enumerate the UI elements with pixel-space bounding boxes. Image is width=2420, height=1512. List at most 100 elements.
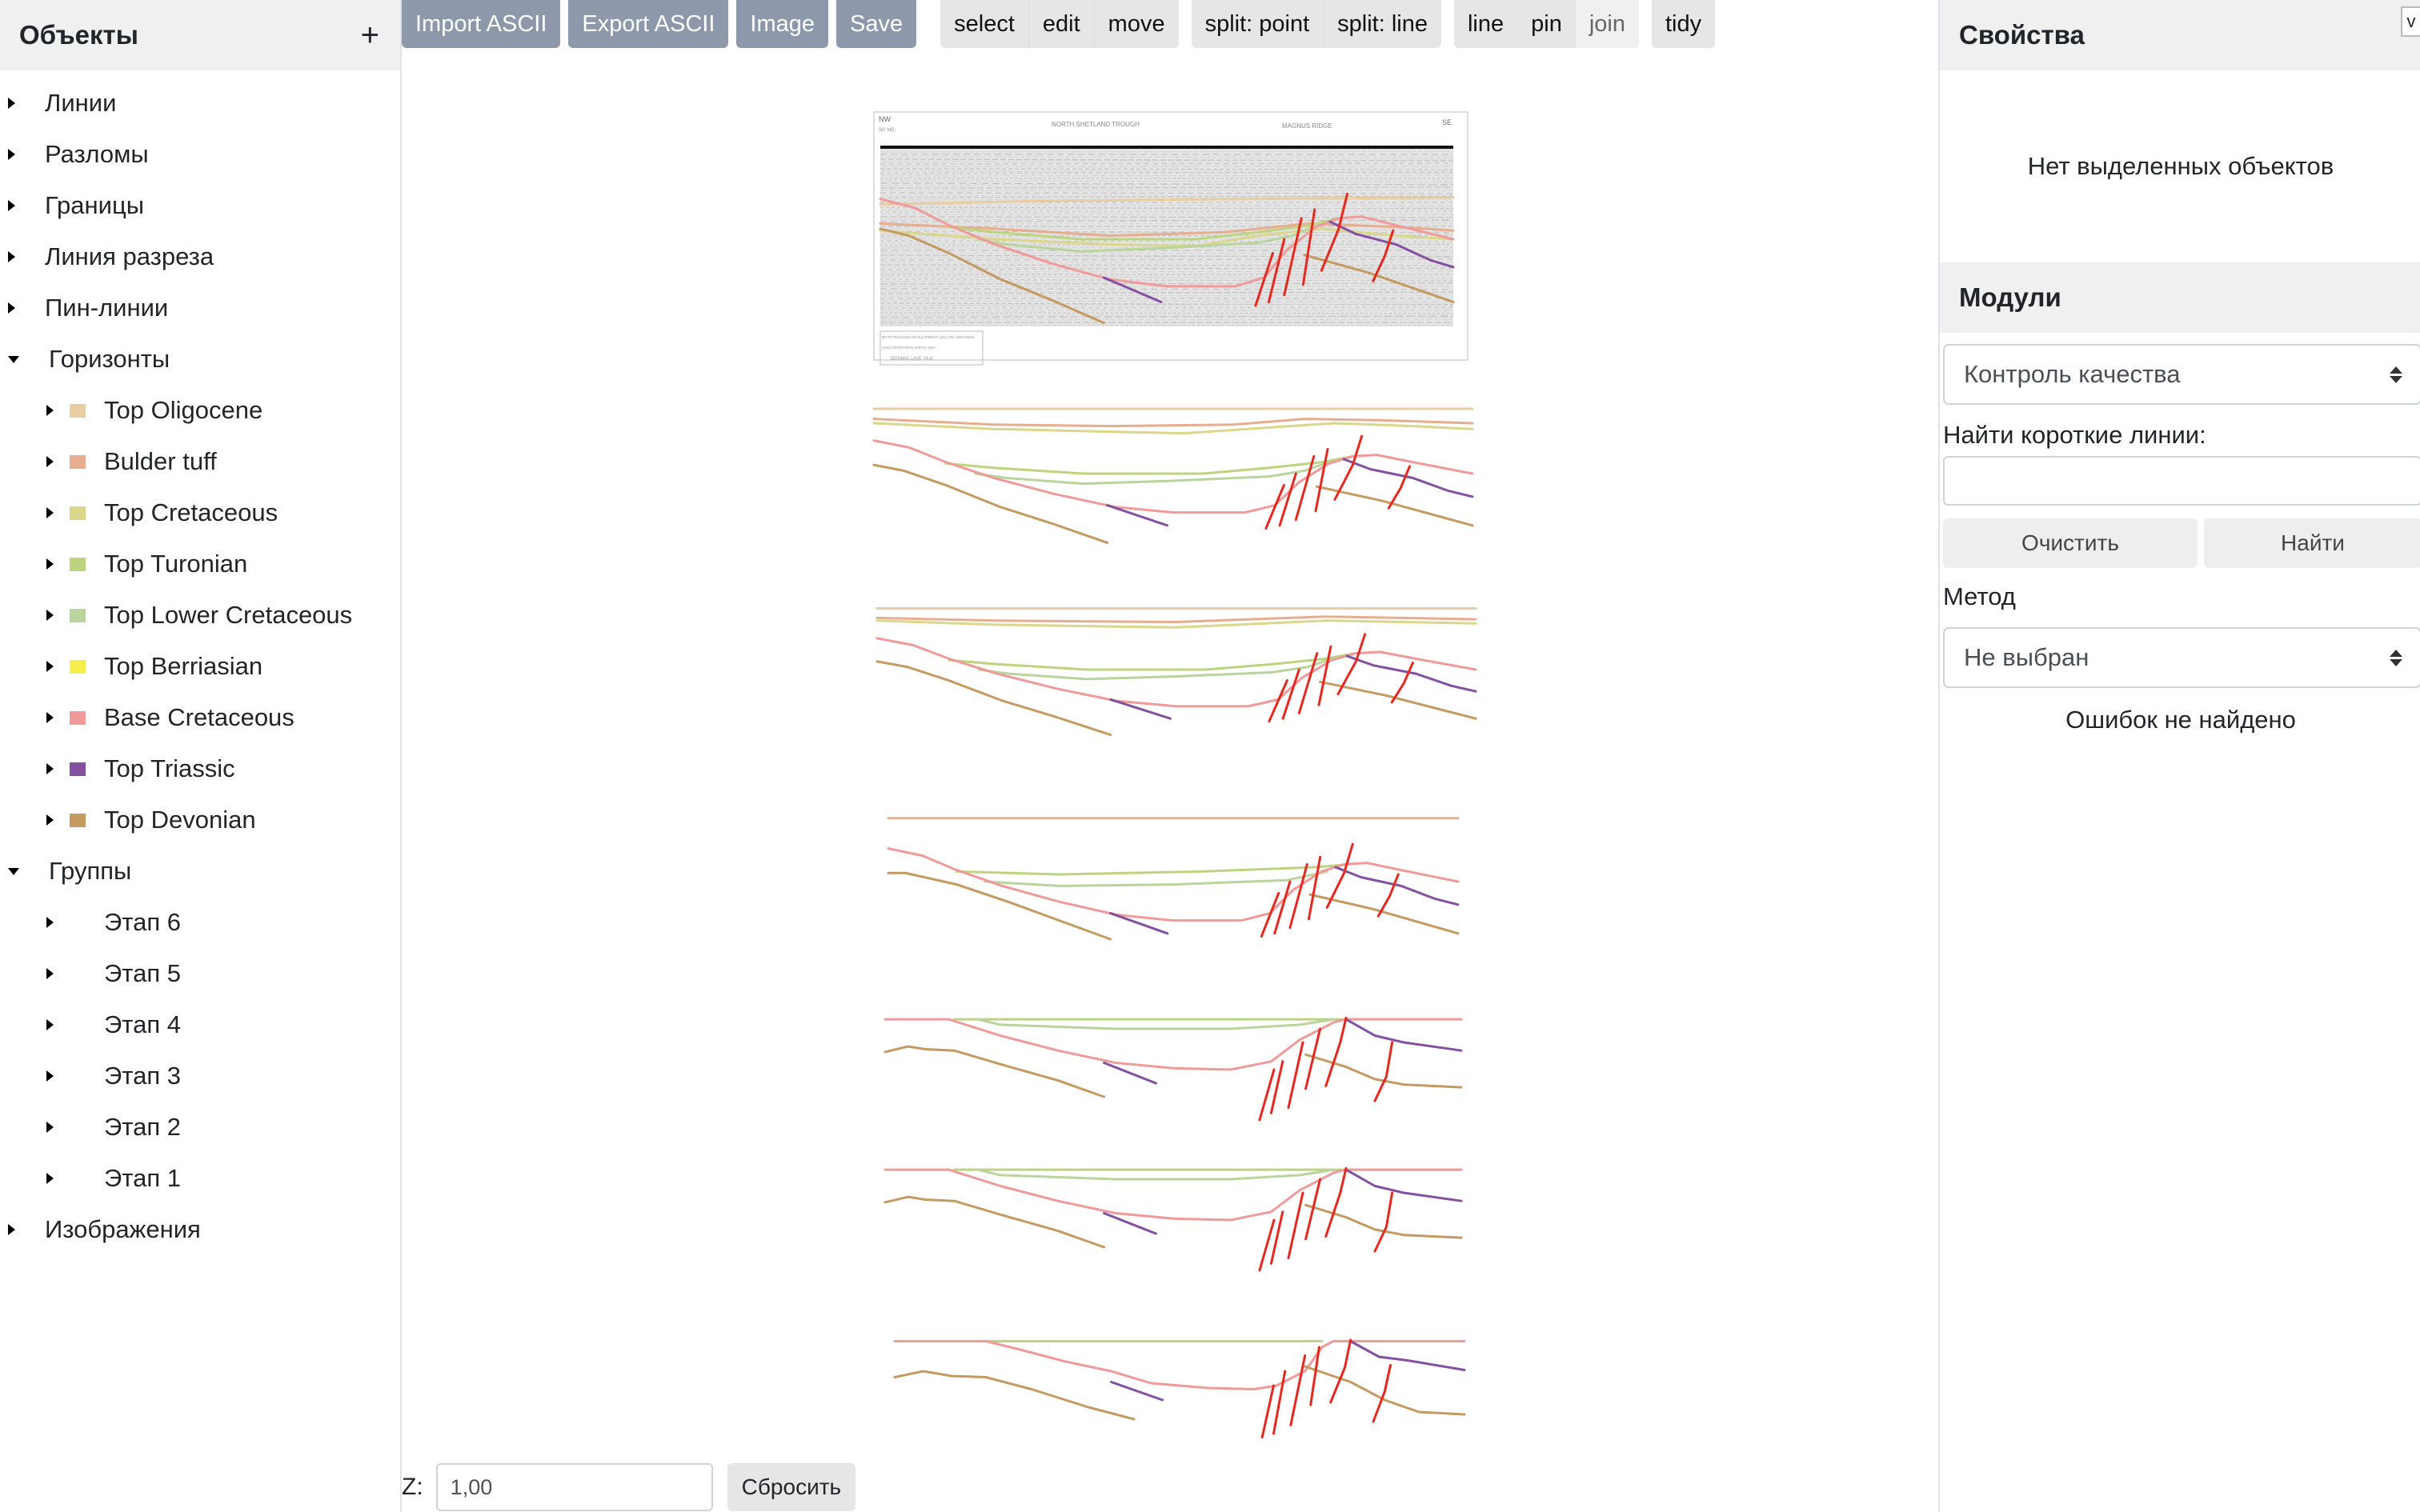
caret-right-icon[interactable]	[8, 149, 15, 160]
caret-right-icon[interactable]	[46, 763, 54, 774]
horizon-item[interactable]: Bulder tuff	[0, 436, 400, 487]
horizon-line-base-cretaceous[interactable]	[883, 1018, 1463, 1071]
caret-right-icon[interactable]	[46, 610, 54, 621]
group-item[interactable]: Этап 2	[0, 1102, 400, 1153]
fault-line[interactable]	[1372, 1364, 1392, 1423]
caret-right-icon[interactable]	[8, 98, 15, 109]
seismic-section-image[interactable]: NW SE SP. NO. NORTH SHETLAND TROUGH MAGN…	[873, 111, 1468, 366]
split-point-button[interactable]: split: point	[1192, 0, 1324, 48]
section-panel[interactable]	[883, 1166, 1463, 1272]
horizon-line-top-triassic[interactable]	[1349, 1340, 1466, 1371]
caret-right-icon[interactable]	[46, 661, 54, 672]
tree-item-pin-lines[interactable]: Пин-линии	[0, 282, 400, 334]
horizon-item[interactable]: Top Triassic	[0, 743, 400, 794]
horizon-line-top-turonian[interactable]	[948, 652, 1357, 671]
caret-right-icon[interactable]	[46, 456, 54, 467]
caret-right-icon[interactable]	[46, 712, 54, 723]
caret-right-icon[interactable]	[46, 1070, 54, 1082]
fault-line[interactable]	[1333, 434, 1364, 501]
horizon-line-top-lower-cretaceous[interactable]	[976, 1168, 1336, 1181]
horizon-item[interactable]: Top Lower Cretaceous	[0, 590, 400, 641]
horizon-item[interactable]: Base Cretaceous	[0, 692, 400, 743]
fault-line[interactable]	[1289, 1354, 1307, 1426]
pin-tool-button[interactable]: pin	[1517, 0, 1576, 48]
fault-line[interactable]	[1288, 862, 1308, 930]
horizon-line-top-lower-cretaceous[interactable]	[976, 1018, 1336, 1030]
horizon-line-top-turonian[interactable]	[944, 454, 1354, 475]
horizon-item[interactable]: Top Turonian	[0, 538, 400, 590]
caret-right-icon[interactable]	[8, 200, 15, 211]
horizon-line-top-devonian[interactable]	[893, 1370, 1136, 1421]
line-tool-button[interactable]: line	[1454, 0, 1517, 48]
tree-item-groups[interactable]: Группы	[0, 846, 400, 897]
reset-button[interactable]: Сбросить	[727, 1463, 856, 1511]
fault-line[interactable]	[1269, 1060, 1284, 1114]
save-button[interactable]: Save	[836, 0, 917, 48]
collapse-toggle-button[interactable]: v	[2401, 6, 2420, 37]
horizon-line-top-devonian[interactable]	[1319, 680, 1477, 720]
horizon-item[interactable]: Top Berriasian	[0, 641, 400, 692]
horizon-item[interactable]: Top Oligocene	[0, 385, 400, 436]
short-lines-input[interactable]	[1943, 456, 2420, 506]
fault-line[interactable]	[1329, 1338, 1352, 1404]
method-select[interactable]: Не выбран	[1943, 627, 2420, 688]
tree-item-lines[interactable]: Линии	[0, 78, 400, 129]
section-panel[interactable]	[887, 817, 1460, 941]
fault-line[interactable]	[1314, 447, 1329, 513]
horizon-line-top-devonian[interactable]	[1308, 893, 1460, 935]
caret-right-icon[interactable]	[46, 968, 54, 979]
caret-right-icon[interactable]	[46, 1019, 54, 1030]
caret-right-icon[interactable]	[46, 405, 54, 416]
caret-right-icon[interactable]	[46, 558, 54, 570]
horizon-line-top-triassic[interactable]	[1334, 866, 1460, 906]
horizon-line-top-triassic[interactable]	[1342, 458, 1474, 498]
group-item[interactable]: Этап 3	[0, 1050, 400, 1102]
fault-line[interactable]	[1336, 633, 1367, 696]
z-scale-input[interactable]	[435, 1463, 713, 1511]
group-item[interactable]: Этап 5	[0, 948, 400, 999]
caret-right-icon[interactable]	[8, 302, 15, 314]
fault-line[interactable]	[1317, 645, 1332, 706]
section-panel[interactable]	[872, 407, 1474, 544]
caret-right-icon[interactable]	[46, 1122, 54, 1133]
group-item[interactable]: Этап 6	[0, 897, 400, 948]
fault-line[interactable]	[1373, 1041, 1394, 1102]
tree-item-section-line[interactable]: Линия разреза	[0, 231, 400, 282]
find-button[interactable]: Найти	[2204, 518, 2420, 568]
group-item[interactable]: Этап 4	[0, 999, 400, 1050]
horizon-line-top-triassic[interactable]	[1344, 1168, 1463, 1202]
caret-down-icon[interactable]	[8, 355, 19, 363]
horizon-line-top-triassic[interactable]	[1345, 654, 1477, 693]
tidy-button[interactable]: tidy	[1652, 0, 1715, 48]
tree-item-images[interactable]: Изображения	[0, 1204, 400, 1255]
fault-line[interactable]	[1260, 1384, 1275, 1438]
horizon-line-base-cretaceous[interactable]	[893, 1340, 1466, 1390]
fault-line[interactable]	[1269, 1210, 1284, 1265]
caret-right-icon[interactable]	[46, 814, 54, 826]
select-mode-button[interactable]: select	[940, 0, 1028, 48]
fault-line[interactable]	[1324, 1166, 1348, 1238]
caret-right-icon[interactable]	[8, 251, 15, 262]
horizon-line-base-cretaceous[interactable]	[883, 1168, 1463, 1222]
horizon-line-top-devonian[interactable]	[1316, 485, 1474, 527]
module-select[interactable]: Контроль качества	[1943, 344, 2420, 405]
section-panel[interactable]	[883, 1016, 1463, 1122]
image-button[interactable]: Image	[736, 0, 829, 48]
caret-right-icon[interactable]	[46, 1173, 54, 1184]
split-line-button[interactable]: split: line	[1323, 0, 1441, 48]
horizon-line-top-triassic[interactable]	[1344, 1018, 1463, 1052]
join-tool-button[interactable]: join	[1575, 0, 1639, 48]
fault-line[interactable]	[1373, 1191, 1394, 1253]
tree-item-faults[interactable]: Разломы	[0, 129, 400, 180]
section-panel[interactable]	[893, 1338, 1466, 1438]
tree-item-boundaries[interactable]: Границы	[0, 180, 400, 231]
group-item[interactable]: Этап 1	[0, 1153, 400, 1204]
section-panel[interactable]	[875, 607, 1477, 737]
horizon-line-top-turonian[interactable]	[955, 862, 1352, 876]
caret-down-icon[interactable]	[8, 867, 19, 875]
caret-right-icon[interactable]	[46, 507, 54, 518]
section-drawing[interactable]: NW SE SP. NO. NORTH SHETLAND TROUGH MAGN…	[402, 50, 1937, 1454]
caret-right-icon[interactable]	[46, 917, 54, 928]
section-canvas[interactable]: NW SE SP. NO. NORTH SHETLAND TROUGH MAGN…	[402, 50, 1937, 1454]
fault-line[interactable]	[1287, 1191, 1304, 1260]
